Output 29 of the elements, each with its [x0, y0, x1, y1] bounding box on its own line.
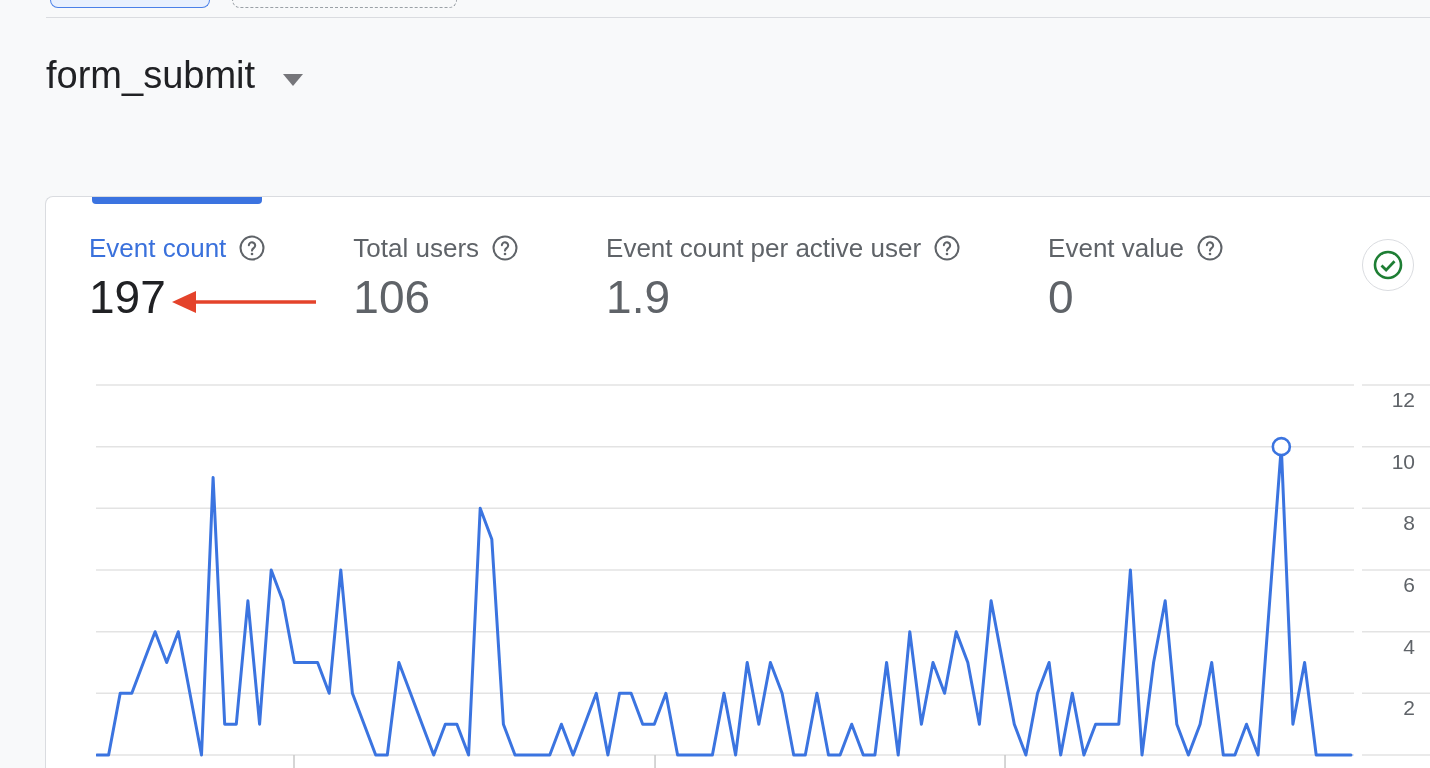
- metric-label: Event value: [1048, 233, 1184, 263]
- filter-chip[interactable]: [50, 0, 210, 8]
- y-axis-label: 4: [1403, 634, 1415, 658]
- metric-value: 0: [1048, 271, 1074, 323]
- y-axis-label: 12: [1391, 388, 1415, 411]
- metric-value: 106: [353, 271, 431, 323]
- metric-tab[interactable]: Event value 0: [1048, 197, 1223, 323]
- metric-tab[interactable]: Event count per active user 1.9: [606, 197, 961, 323]
- metric-label: Event count: [89, 233, 227, 263]
- check-circle-icon[interactable]: [1362, 239, 1414, 291]
- metric-tab[interactable]: Event count 197: [89, 197, 266, 323]
- y-axis-label: 10: [1391, 449, 1415, 473]
- help-icon[interactable]: [1197, 235, 1223, 261]
- x-axis-tick: [654, 754, 656, 768]
- y-axis-label: 6: [1403, 573, 1415, 596]
- y-axis-label: 2: [1403, 696, 1415, 720]
- x-axis-tick: [1004, 754, 1006, 768]
- y-axis-label: 8: [1403, 511, 1415, 535]
- event-dropdown[interactable]: form_submit: [46, 53, 304, 97]
- help-icon[interactable]: [239, 235, 266, 261]
- help-icon[interactable]: [934, 235, 961, 261]
- metric-tab[interactable]: Total users 106: [353, 197, 519, 323]
- metric-value: 1.9: [606, 271, 670, 323]
- caret-icon: [283, 74, 304, 86]
- metric-label: Event count per active user: [606, 233, 922, 263]
- metric-label: Total users: [353, 233, 480, 263]
- help-icon[interactable]: [492, 235, 519, 261]
- x-axis-tick: [293, 754, 295, 768]
- metric-value: 197: [89, 271, 166, 323]
